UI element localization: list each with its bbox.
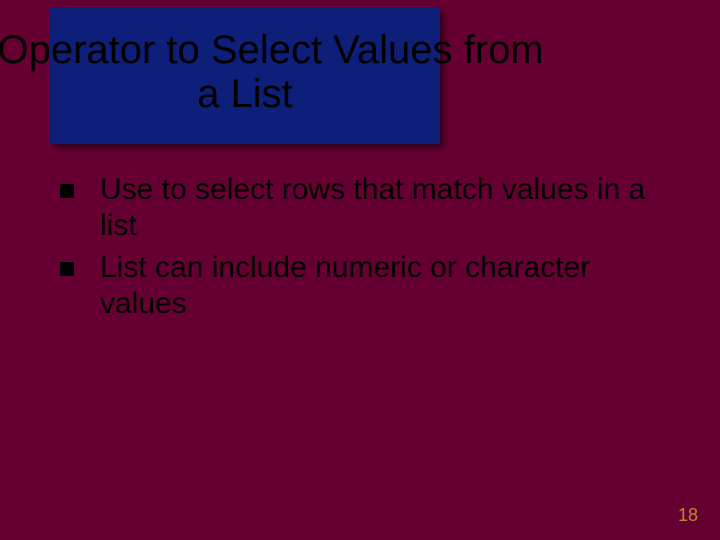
slide-content: Use to select rows that match values in … [60, 172, 680, 328]
list-item: Use to select rows that match values in … [60, 172, 680, 244]
bullet-text: Use to select rows that match values in … [100, 172, 680, 244]
bullet-icon [60, 262, 74, 276]
slide-title: IN Operator to Select Values from a List [0, 28, 551, 116]
page-number: 18 [678, 505, 698, 526]
slide: IN Operator to Select Values from a List… [0, 0, 720, 540]
bullet-icon [60, 184, 74, 198]
bullet-text: List can include numeric or character va… [100, 250, 680, 322]
title-box: IN Operator to Select Values from a List [50, 8, 440, 144]
list-item: List can include numeric or character va… [60, 250, 680, 322]
